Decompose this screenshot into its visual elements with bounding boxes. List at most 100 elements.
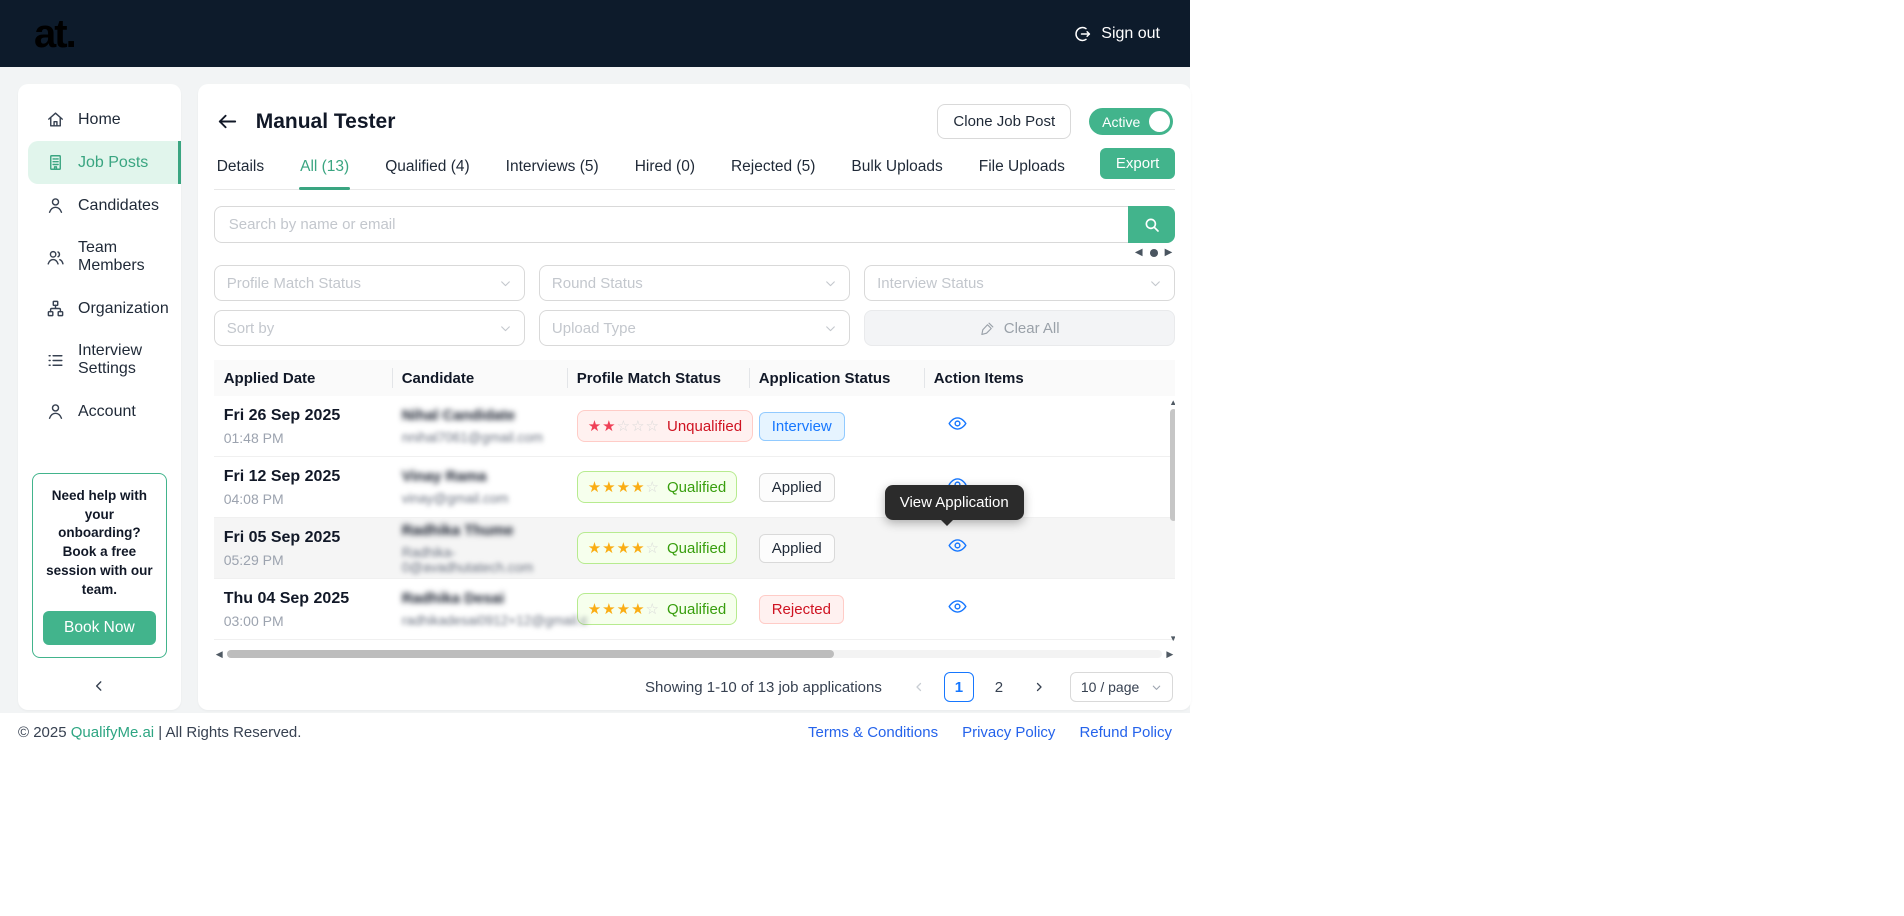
table-row: Fri 26 Sep 2025 01:48 PM Nihal Candidate nn…	[213, 396, 1176, 457]
application-status-cell: Applied	[749, 533, 924, 563]
table-body: Fri 26 Sep 2025 01:48 PM Nihal Candidate nn…	[213, 396, 1176, 645]
tab-bulk-uploads[interactable]: Bulk Uploads	[850, 147, 943, 189]
toggle-knob	[1149, 111, 1171, 132]
carousel-next-icon[interactable]: ▶	[1165, 248, 1173, 258]
sidebar-item-interview-settings[interactable]: Interview Settings	[18, 330, 181, 390]
page-size-select[interactable]: 10 / page	[1069, 672, 1174, 702]
tab-details[interactable]: Details	[216, 147, 265, 189]
star-icon: ★	[602, 540, 617, 557]
profile-match-cell: ★★★★☆ Qualified	[567, 471, 749, 503]
tab-file-uploads[interactable]: File Uploads	[978, 147, 1066, 189]
sort-by-placeholder: Sort by	[226, 319, 275, 337]
footer-link-privacy-policy[interactable]: Privacy Policy	[962, 724, 1055, 741]
prev-page-button[interactable]	[904, 672, 934, 702]
chevron-down-icon	[1153, 685, 1161, 690]
carousel-prev-icon[interactable]: ◀	[1135, 248, 1143, 258]
sidebar-item-label: Account	[78, 402, 136, 420]
interview-status-placeholder: Interview Status	[877, 274, 984, 292]
vertical-scroll-thumb[interactable]	[1170, 409, 1176, 521]
candidate-cell: Radhika Thume Radhika-0@avadhutatech.com	[392, 522, 567, 575]
applied-date-cell: Fri 12 Sep 2025 04:08 PM	[214, 468, 392, 507]
scroll-down-icon[interactable]: ▼	[1169, 634, 1175, 643]
scroll-left-icon[interactable]: ◀	[216, 649, 223, 660]
tab-qualified-4[interactable]: Qualified (4)	[384, 147, 470, 189]
footer-link-terms-conditions[interactable]: Terms & Conditions	[808, 724, 938, 741]
tab-interviews-5[interactable]: Interviews (5)	[505, 147, 600, 189]
chevron-right-icon	[1036, 682, 1042, 692]
search-input[interactable]	[213, 206, 1129, 243]
sidebar: Home Job Posts Candidates Team Members Organ…	[18, 84, 181, 710]
applied-date-cell: Thu 04 Sep 2025 03:00 PM	[214, 590, 392, 629]
sidebar-item-label: Home	[78, 110, 121, 128]
title-row: Manual Tester Clone Job Post Active	[214, 98, 1176, 141]
view-application-button[interactable]	[948, 597, 967, 616]
sidebar-item-candidates[interactable]: Candidates	[18, 184, 181, 227]
tab-rejected-5[interactable]: Rejected (5)	[730, 147, 816, 189]
upload-type-select[interactable]: Upload Type	[538, 310, 851, 346]
column-header-applied-date: Applied Date	[223, 369, 316, 387]
upload-type-placeholder: Upload Type	[551, 319, 636, 337]
sign-out-button[interactable]: Sign out	[1074, 25, 1160, 43]
candidate-email: vinay@gmail.com	[401, 491, 509, 506]
search-button[interactable]	[1128, 206, 1176, 243]
application-status-cell: Rejected	[749, 594, 924, 624]
interview-status-select[interactable]: Interview Status	[864, 265, 1176, 301]
sort-by-select[interactable]: Sort by	[213, 310, 525, 346]
application-status-badge: Applied	[758, 533, 835, 563]
action-items-cell	[924, 536, 1100, 560]
star-icon: ★	[616, 540, 632, 557]
application-status-badge: Applied	[758, 472, 835, 502]
next-page-button[interactable]	[1024, 672, 1054, 702]
carousel-dot-icon[interactable]	[1149, 249, 1158, 257]
star-icon: ★	[602, 418, 617, 435]
vertical-scrollbar[interactable]: ▲ ▼	[1167, 396, 1176, 645]
application-status-badge: Rejected	[758, 594, 844, 624]
page-button-2[interactable]: 2	[984, 672, 1014, 702]
page-size-value: 10 / page	[1080, 679, 1140, 695]
sidebar-collapse-button[interactable]	[18, 670, 181, 702]
sidebar-item-account[interactable]: Account	[18, 390, 181, 433]
tab-all-13[interactable]: All (13)	[299, 147, 351, 190]
page-button-1[interactable]: 1	[943, 672, 974, 702]
table-row: Fri 05 Sep 2025 05:29 PM Radhika Thume Radh…	[213, 518, 1176, 579]
horizontal-scrollbar[interactable]: ◀ ▶	[214, 648, 1176, 660]
back-arrow-icon[interactable]	[216, 110, 239, 133]
applied-time: 01:48 PM	[223, 429, 284, 446]
profile-match-badge: ★★☆☆☆ Unqualified	[576, 410, 754, 442]
page-title: Manual Tester	[255, 109, 396, 133]
eye-icon	[948, 414, 967, 433]
scroll-right-icon[interactable]: ▶	[1166, 649, 1173, 660]
clear-all-button[interactable]: Clear All	[864, 310, 1176, 346]
star-icon: ★	[631, 479, 646, 496]
chevron-left-icon	[96, 681, 102, 691]
sidebar-item-team-members[interactable]: Team Members	[18, 227, 181, 287]
export-button[interactable]: Export	[1099, 148, 1176, 179]
carousel-controls: ◀ ▶	[217, 248, 1173, 258]
table-header: Applied Date Candidate Profile Match Statu…	[213, 360, 1176, 396]
person-icon	[46, 402, 65, 421]
filters-grid: Profile Match Status Round Status Intervie…	[213, 265, 1176, 346]
view-application-button[interactable]	[948, 414, 967, 433]
brand-link[interactable]: QualifyMe.ai	[71, 724, 154, 741]
sidebar-item-home[interactable]: Home	[18, 98, 181, 141]
active-toggle[interactable]: Active	[1089, 108, 1174, 135]
horizontal-scroll-thumb[interactable]	[226, 650, 834, 658]
star-icon: ☆	[645, 540, 660, 557]
footer-link-refund-policy[interactable]: Refund Policy	[1079, 724, 1172, 741]
book-now-button[interactable]: Book Now	[43, 611, 156, 645]
sidebar-item-job-posts[interactable]: Job Posts	[28, 141, 181, 184]
applied-date: Fri 26 Sep 2025	[223, 406, 341, 424]
sidebar-menu: Home Job Posts Candidates Team Members Organ…	[18, 98, 181, 433]
tab-hired-0[interactable]: Hired (0)	[634, 147, 696, 189]
profile-match-status-select[interactable]: Profile Match Status	[213, 265, 525, 301]
applied-date-cell: Fri 05 Sep 2025 05:29 PM	[214, 529, 392, 568]
scroll-up-icon[interactable]: ▲	[1169, 398, 1175, 407]
sidebar-item-organization[interactable]: Organization	[18, 287, 181, 330]
home-icon	[46, 110, 65, 129]
active-toggle-label: Active	[1102, 113, 1141, 130]
round-status-select[interactable]: Round Status	[538, 265, 851, 301]
action-items-cell	[924, 414, 1100, 438]
clone-job-post-button[interactable]: Clone Job Post	[937, 104, 1072, 139]
view-application-button[interactable]	[948, 536, 967, 555]
